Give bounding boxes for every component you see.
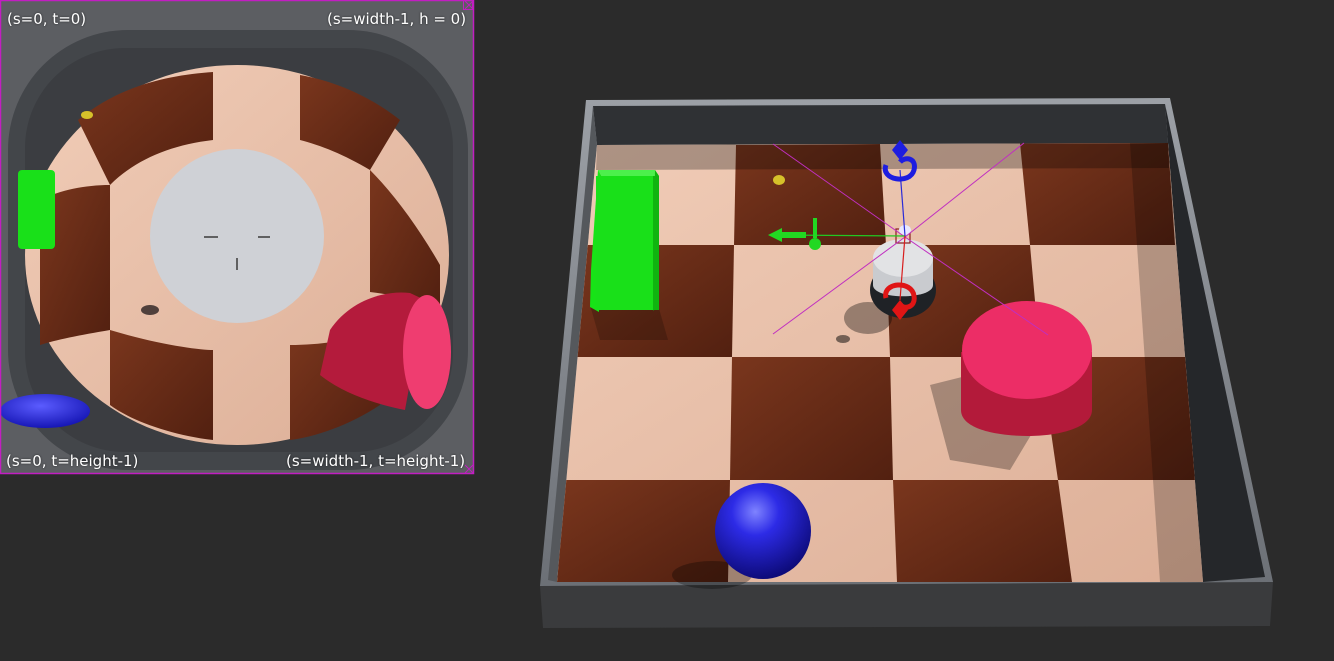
- fisheye-blue-sphere: [1, 394, 90, 428]
- corner-label-bottom-right: (s=width-1, t=height-1): [286, 452, 466, 470]
- corner-label-top-left: (s=0, t=0): [7, 10, 87, 28]
- green-box[interactable]: [590, 170, 659, 312]
- corner-label-top-right: (s=width-1, h = 0): [327, 10, 467, 28]
- gizmo-y-rotate-handle[interactable]: [809, 238, 821, 250]
- arena-wall-inner-back: [593, 104, 1168, 145]
- arena-wall-front: [540, 582, 1273, 628]
- corner-label-bottom-left: (s=0, t=height-1): [6, 452, 139, 470]
- blue-sphere[interactable]: [715, 483, 811, 579]
- red-cylinder[interactable]: [961, 301, 1092, 436]
- arena-3d-view: [540, 98, 1273, 628]
- fisheye-robot-top: [150, 149, 324, 323]
- fisheye-green-box: [18, 170, 55, 249]
- fisheye-yellow-ball: [81, 111, 93, 119]
- camera-image-panel[interactable]: [0, 0, 475, 475]
- camera-panel-close-icon[interactable]: [463, 0, 473, 10]
- simulation-viewport[interactable]: [0, 0, 1334, 661]
- small-yellow-ball[interactable]: [773, 175, 785, 185]
